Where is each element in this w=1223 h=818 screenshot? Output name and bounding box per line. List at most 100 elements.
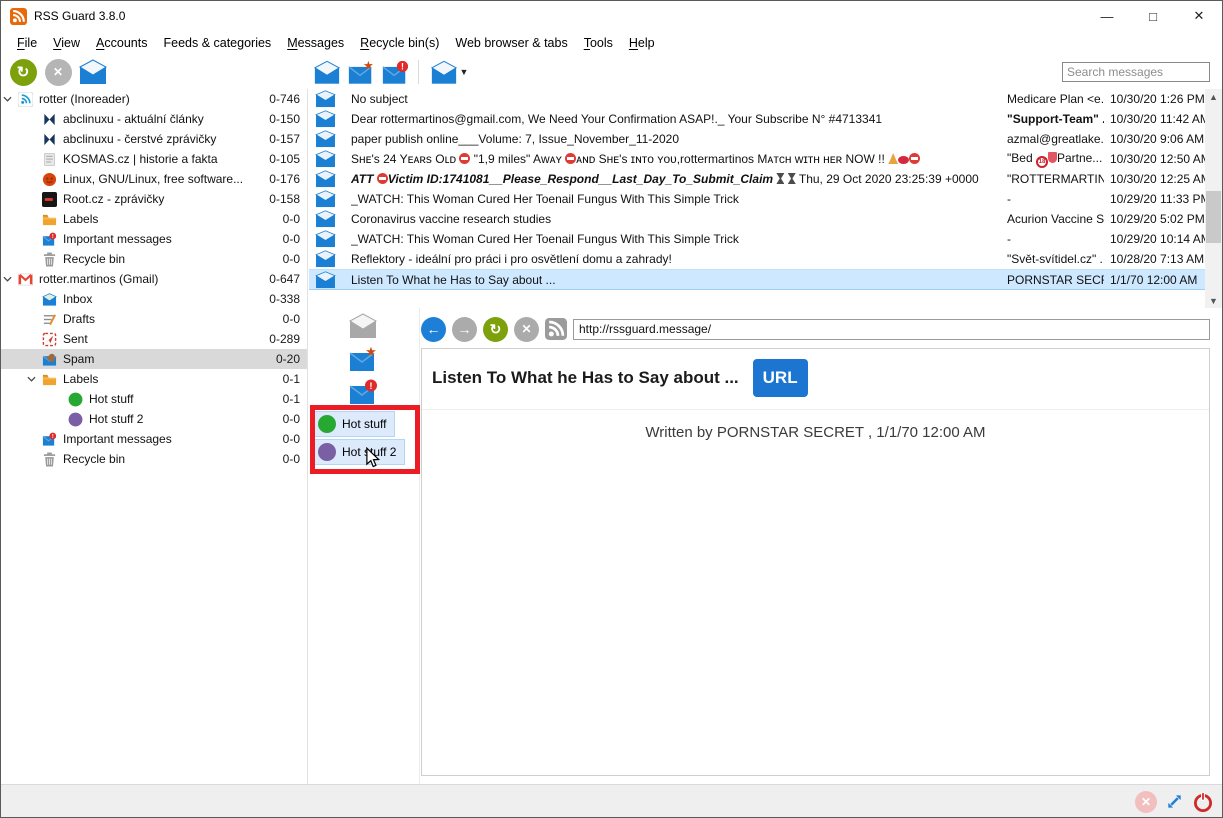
folder-icon [41,211,57,227]
forward-button[interactable]: → [452,317,477,342]
stop-update-button[interactable]: ✕ [43,57,73,87]
toggle-read-button[interactable] [348,313,380,341]
sidebar-item-root-cz-zpr-vi-ky[interactable]: Root.cz - zprávičky0-158 [1,189,307,209]
message-row[interactable]: No subjectMedicare Plan <e...10/30/20 1:… [309,89,1222,109]
open-envelope-icon [315,130,336,148]
unread-total-count: 0-157 [261,132,300,146]
open-message-button[interactable]: ▼ [427,57,471,87]
under-18-emoji: 18 [1036,156,1048,168]
message-row[interactable]: Reflektory - ideální pro práci i pro osv… [309,249,1222,269]
label-color-icon [318,415,336,433]
open-envelope-icon [315,90,336,108]
rootcz-icon [41,191,57,207]
preview-region: ★ ! Hot stuffHot stuff 2 ← → ↻ ✕ [309,308,1222,784]
inoreader-icon [17,91,33,107]
menu-feeds-categories[interactable]: Feeds & categories [155,33,279,53]
sidebar-item-rotter-inoreader-[interactable]: rotter (Inoreader)0-746 [1,89,307,109]
message-subject: Sʜᴇ's 24 Yᴇᴀʀs Oʟᴅ "1,9 miles" Aᴡᴀʏ ᴀɴᴅ … [351,152,1007,166]
menu-file[interactable]: File [9,33,45,53]
message-sender: - [1007,192,1104,206]
stop-button[interactable]: ✕ [514,317,539,342]
message-row[interactable]: _WATCH: This Woman Cured Her Toenail Fun… [309,229,1222,249]
chevron-down-icon[interactable] [3,274,17,284]
update-feeds-button[interactable]: ↻ [8,57,38,87]
sidebar-item-hot-stuff[interactable]: Hot stuff0-1 [1,389,307,409]
scroll-up-icon[interactable]: ▲ [1205,89,1222,104]
open-envelope-icon [78,59,108,85]
chevron-down-icon[interactable] [3,94,17,104]
menu-tools[interactable]: Tools [576,33,621,53]
mark-spam-button[interactable]: ! [348,379,380,407]
search-input[interactable] [1062,62,1210,82]
message-row[interactable]: Dear rottermartinos@gmail.com, We Need Y… [309,109,1222,129]
message-row[interactable]: paper publish online___Volume: 7, Issue_… [309,129,1222,149]
fullscreen-icon[interactable] [1165,792,1184,811]
scrollbar-thumb[interactable] [1206,191,1221,243]
message-row[interactable]: Coronavirus vaccine research studiesAcur… [309,209,1222,229]
menu-recycle-bin-s-[interactable]: Recycle bin(s) [352,33,447,53]
open-envelope-icon [315,190,336,208]
reload-button[interactable]: ↻ [483,317,508,342]
gray-open-envelope-icon [348,313,378,339]
maximize-button[interactable]: □ [1130,1,1176,31]
sidebar-item-important-messages[interactable]: !Important messages0-0 [1,229,307,249]
trash-icon [41,251,57,267]
sidebar-item-important-messages[interactable]: !Important messages0-0 [1,429,307,449]
unread-total-count: 0-338 [261,292,300,306]
message-row[interactable]: ATT Victim ID:1741081__Please_Respond__L… [309,169,1222,189]
label-chip-hot-stuff[interactable]: Hot stuff [313,411,395,437]
sidebar-item-kosmas-cz-historie-a-fakta[interactable]: KOSMAS.cz | historie a fakta0-105 [1,149,307,169]
sidebar-item-inbox[interactable]: Inbox0-338 [1,289,307,309]
mark-read-button[interactable] [312,57,342,87]
sidebar-item-sent[interactable]: Sent0-289 [1,329,307,349]
message-list-scrollbar[interactable]: ▲ ▼ [1205,89,1222,308]
scroll-down-icon[interactable]: ▼ [1205,293,1222,308]
url-input[interactable] [573,319,1210,340]
sidebar-item-abclinuxu-erstv-zpr-vi-ky[interactable]: abclinuxu - čerstvé zprávičky0-157 [1,129,307,149]
mark-important-button[interactable]: ★ [346,57,376,87]
menu-messages[interactable]: Messages [279,33,352,53]
message-row[interactable]: Listen To What he Has to Say about ...PO… [309,269,1222,290]
quit-icon[interactable] [1192,791,1214,813]
sidebar-item-hot-stuff-2[interactable]: Hot stuff 20-0 [1,409,307,429]
message-byline: Written by PORNSTAR SECRET , 1/1/70 12:0… [422,424,1209,441]
menu-accounts[interactable]: Accounts [88,33,155,53]
svg-text:!: ! [51,434,53,440]
sidebar-item-spam[interactable]: Spam0-20 [1,349,307,369]
message-subject: No subject [351,92,1007,106]
sidebar-item-drafts[interactable]: Drafts0-0 [1,309,307,329]
menu-view[interactable]: View [45,33,88,53]
sidebar-item-labels[interactable]: Labels0-0 [1,209,307,229]
sidebar-item-linux-gnu-linux-free-software-[interactable]: Linux, GNU/Linux, free software...0-176 [1,169,307,189]
unread-total-count: 0-150 [261,112,300,126]
sidebar-item-rotter-martinos-gmail-[interactable]: rotter.martinos (Gmail)0-647 [1,269,307,289]
unread-total-count: 0-20 [268,352,300,366]
sidebar-item-labels[interactable]: Labels0-1 [1,369,307,389]
toolbar: ↻ ✕ ★ ! ▼ [1,54,1222,89]
message-sender: "Svět-svítidel.cz" ... [1007,252,1104,266]
sidebar-item-recycle-bin[interactable]: Recycle bin0-0 [1,249,307,269]
message-sender: PORNSTAR SECR... [1007,273,1104,287]
sidebar-item-recycle-bin[interactable]: Recycle bin0-0 [1,449,307,469]
hourglass-emoji [788,173,796,184]
mark-important-button[interactable]: ★ [348,346,380,374]
back-button[interactable]: ← [421,317,446,342]
minimize-button[interactable]: — [1084,1,1130,31]
window-title: RSS Guard 3.8.0 [34,9,125,23]
label-chip-hot-stuff-2[interactable]: Hot stuff 2 [313,439,405,465]
close-button[interactable]: ✕ [1176,1,1222,31]
menu-web-browser-tabs[interactable]: Web browser & tabs [447,33,575,53]
message-row[interactable]: _WATCH: This Woman Cured Her Toenail Fun… [309,189,1222,209]
menu-help[interactable]: Help [621,33,663,53]
gmail-icon [17,271,33,287]
message-subject: _WATCH: This Woman Cured Her Toenail Fun… [351,192,1007,206]
sidebar-item-abclinuxu-aktu-ln-l-nky[interactable]: abclinuxu - aktuální články0-150 [1,109,307,129]
message-row[interactable]: Sʜᴇ's 24 Yᴇᴀʀs Oʟᴅ "1,9 miles" Aᴡᴀʏ ᴀɴᴅ … [309,149,1222,169]
mark-spam-button[interactable]: ! [380,57,410,87]
sent-icon [41,331,57,347]
chevron-down-icon[interactable] [27,374,41,384]
open-envelope-icon [315,210,336,228]
url-button[interactable]: URL [753,359,808,397]
unread-total-count: 0-0 [275,312,300,326]
mark-all-read-button[interactable] [78,57,108,87]
